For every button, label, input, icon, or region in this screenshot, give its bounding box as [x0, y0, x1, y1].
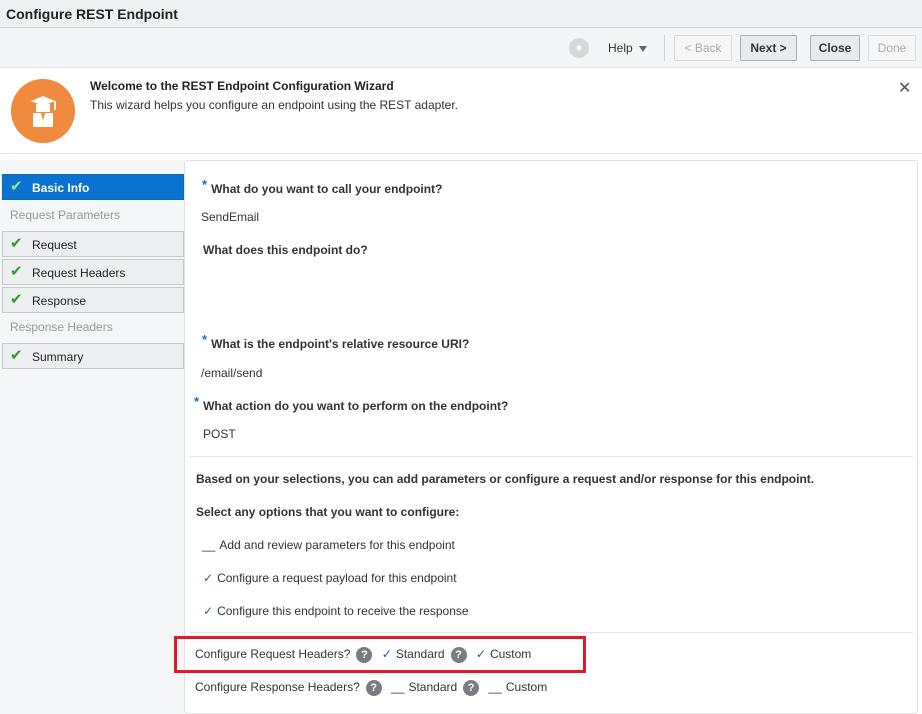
- unchecked-box: __: [391, 680, 405, 695]
- action-label: * What action do you want to perform on t…: [194, 394, 509, 413]
- endpoint-name-label: * What do you want to call your endpoint?: [202, 177, 443, 196]
- check-icon: ✔: [10, 178, 23, 195]
- option-label: Configure this endpoint to receive the r…: [217, 604, 469, 618]
- step-basic-info[interactable]: ✔ Basic Info: [2, 174, 184, 200]
- toolbar-separator: [664, 35, 665, 61]
- close-icon[interactable]: ✕: [898, 78, 911, 98]
- step-label: Request: [32, 238, 77, 252]
- endpoint-description-field[interactable]: [201, 264, 901, 324]
- highlight-box: [174, 636, 586, 673]
- required-marker: *: [202, 332, 208, 347]
- question-text: What do you want to call your endpoint?: [211, 182, 443, 196]
- custom-label: Custom: [505, 680, 548, 695]
- title-bar: Configure REST Endpoint: [0, 0, 922, 28]
- window-title: Configure REST Endpoint: [6, 6, 178, 22]
- chevron-down-icon: [638, 45, 647, 52]
- option-parameters[interactable]: __ Add and review parameters for this end…: [202, 538, 455, 552]
- step-label: Summary: [32, 350, 84, 364]
- welcome-title: Welcome to the REST Endpoint Configurati…: [90, 79, 394, 93]
- checkmark-icon: ✓: [203, 604, 214, 618]
- response-headers-label: Configure Response Headers?: [195, 680, 360, 695]
- step-label: Basic Info: [32, 181, 90, 195]
- endpoint-description-label: What does this endpoint do?: [203, 243, 368, 257]
- help-icon[interactable]: ?: [463, 680, 480, 696]
- step-request[interactable]: ✔ Request: [2, 231, 184, 257]
- check-icon: ✔: [10, 347, 23, 364]
- step-label: Request Headers: [32, 266, 126, 280]
- resource-uri-field[interactable]: /email/send: [201, 366, 262, 380]
- unchecked-box: __: [488, 680, 502, 695]
- check-icon: ✔: [10, 263, 23, 280]
- toolbar: ● Help < Back Next > Close Done: [0, 28, 922, 68]
- wizard-avatar: [11, 79, 75, 143]
- user-status-icon[interactable]: ●: [569, 38, 589, 58]
- step-response[interactable]: ✔ Response: [2, 287, 184, 313]
- check-icon: ✔: [10, 291, 23, 308]
- question-text: What is the endpoint's relative resource…: [211, 337, 470, 351]
- response-headers-standard[interactable]: __ Standard: [391, 680, 457, 694]
- required-marker: *: [194, 394, 200, 409]
- next-button[interactable]: Next >: [740, 35, 797, 61]
- response-headers-row: Configure Response Headers?? __ Standard?…: [195, 680, 547, 696]
- option-receive-response[interactable]: ✓ Configure this endpoint to receive the …: [203, 604, 469, 618]
- graduate-icon: [31, 96, 56, 127]
- help-icon[interactable]: ?: [365, 680, 382, 696]
- endpoint-name-field[interactable]: SendEmail: [201, 210, 259, 224]
- question-text: What action do you want to perform on th…: [203, 399, 509, 413]
- step-response-headers: Response Headers: [10, 320, 113, 334]
- welcome-subtitle: This wizard helps you configure an endpo…: [90, 98, 459, 112]
- wizard-steps: ✔ Basic Info Request Parameters ✔ Reques…: [0, 160, 184, 714]
- action-field[interactable]: POST: [203, 427, 236, 441]
- unchecked-box: __: [202, 538, 216, 552]
- welcome-banner: Welcome to the REST Endpoint Configurati…: [0, 68, 922, 154]
- option-label: Configure a request payload for this end…: [217, 571, 457, 585]
- option-label: Add and review parameters for this endpo…: [219, 538, 455, 552]
- check-icon: ✔: [10, 235, 23, 252]
- option-request-payload[interactable]: ✓ Configure a request payload for this en…: [203, 571, 457, 585]
- back-button[interactable]: < Back: [674, 35, 732, 61]
- divider: [190, 632, 913, 633]
- step-summary[interactable]: ✔ Summary: [2, 343, 184, 369]
- divider: [190, 456, 913, 457]
- step-request-headers[interactable]: ✔ Request Headers: [2, 259, 184, 285]
- close-button[interactable]: Close: [810, 35, 860, 61]
- selection-info-text: Based on your selections, you can add pa…: [196, 472, 815, 486]
- select-options-text: Select any options that you want to conf…: [196, 505, 460, 519]
- step-label: Response: [32, 294, 87, 308]
- response-headers-custom[interactable]: __ Custom: [489, 680, 548, 694]
- done-button[interactable]: Done: [868, 35, 916, 61]
- help-label: Help: [608, 41, 633, 55]
- resource-uri-label: * What is the endpoint's relative resourc…: [202, 332, 470, 351]
- standard-label: Standard: [408, 680, 458, 695]
- checkmark-icon: ✓: [203, 571, 214, 585]
- step-request-parameters: Request Parameters: [10, 208, 121, 222]
- help-menu[interactable]: Help: [608, 41, 647, 55]
- required-marker: *: [202, 177, 208, 192]
